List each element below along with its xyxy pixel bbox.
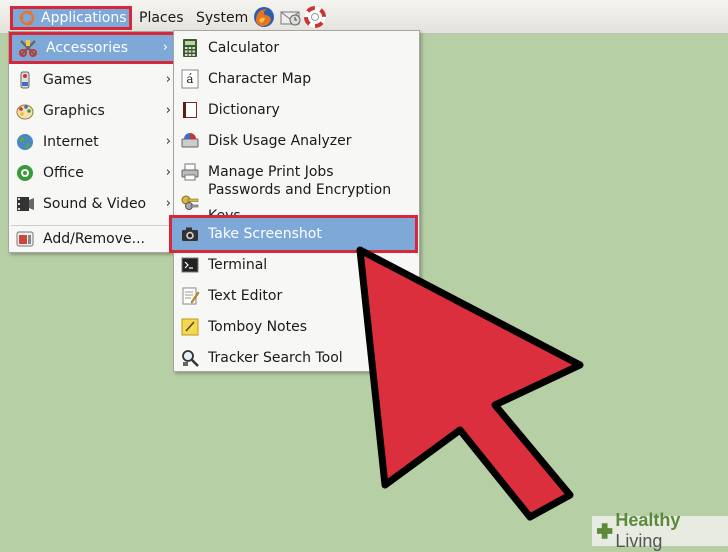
notes-icon (181, 318, 199, 335)
submenu-arrow-icon: › (162, 40, 168, 55)
menu-item-label: Office (43, 164, 84, 181)
submenu-arrow-icon: › (165, 72, 171, 87)
menu-item-label: Sound & Video (43, 195, 147, 212)
search-tool-icon (182, 349, 199, 367)
pointer-arrow-annotation (356, 246, 584, 521)
menu-item-character-map[interactable]: á Character Map (174, 63, 419, 94)
ubuntu-logo-icon (19, 10, 35, 26)
sound-video-icon (17, 196, 34, 211)
text-editor-icon (182, 287, 200, 304)
menu-item-label: Games (43, 71, 92, 88)
add-remove-icon (16, 231, 34, 247)
dictionary-icon (183, 101, 197, 118)
menu-item-passwords-encryption-keys[interactable]: Passwords and Encryption Keys (174, 182, 419, 224)
menu-item-accessories[interactable]: Accessories › (9, 32, 177, 64)
menu-item-label: Accessories (46, 40, 129, 56)
firefox-icon[interactable] (253, 6, 275, 28)
menu-item-disk-usage-analyzer[interactable]: Disk Usage Analyzer (174, 125, 419, 156)
menu-item-graphics[interactable]: Graphics › (9, 95, 177, 126)
help-icon[interactable] (304, 6, 326, 28)
menu-item-label: Character Map (208, 70, 312, 87)
menu-item-office[interactable]: Office › (9, 157, 177, 188)
menu-item-label: Tracker Search Tool (208, 349, 343, 366)
menu-item-label: Dictionary (208, 101, 280, 118)
menu-item-label: Text Editor (208, 287, 283, 304)
graphics-icon (16, 104, 34, 119)
menu-item-internet[interactable]: Internet › (9, 126, 177, 157)
menu-item-add-remove[interactable]: Add/Remove... (9, 226, 177, 252)
menu-item-label: Tomboy Notes (208, 318, 307, 335)
disk-usage-icon (181, 132, 199, 147)
menu-item-label: Take Screenshot (208, 226, 322, 242)
menu-item-label: Calculator (208, 39, 280, 56)
office-icon (17, 164, 33, 181)
submenu-arrow-icon: › (165, 165, 171, 180)
printer-icon (181, 163, 199, 180)
applications-menu-button[interactable]: Applications (10, 6, 132, 30)
cross-logo-icon (596, 523, 613, 539)
internet-icon (17, 133, 33, 150)
menu-item-sound-video[interactable]: Sound & Video › (9, 188, 177, 219)
places-menu-button[interactable]: Places (133, 7, 190, 29)
submenu-arrow-icon: › (165, 134, 171, 149)
menu-item-games[interactable]: Games › (9, 64, 177, 95)
terminal-icon (181, 257, 199, 272)
character-map-glyph: á (186, 72, 193, 86)
healthy-living-watermark: Healthy Living (592, 510, 728, 551)
submenu-arrow-icon: › (165, 103, 171, 118)
menu-item-label: Disk Usage Analyzer (208, 132, 352, 149)
accessories-icon (19, 40, 37, 57)
applications-dropdown: Accessories › Games › Graphics › Interne… (8, 31, 178, 253)
system-menu-button[interactable]: System (190, 7, 254, 29)
top-panel: Applications Places System (0, 0, 728, 34)
menu-item-label: Add/Remove... (43, 231, 145, 247)
menu-item-label: Terminal (208, 256, 268, 273)
mail-icon[interactable] (279, 6, 301, 28)
games-icon (20, 71, 30, 88)
applications-label: Applications (41, 10, 127, 26)
keys-icon (181, 195, 199, 210)
menu-item-label: Internet (43, 133, 99, 150)
camera-icon (182, 227, 198, 241)
calculator-icon (183, 38, 197, 57)
character-map-icon: á (181, 69, 199, 88)
menu-item-dictionary[interactable]: Dictionary (174, 94, 419, 125)
menu-item-calculator[interactable]: Calculator (174, 32, 419, 63)
menu-item-label: Graphics (43, 102, 105, 119)
